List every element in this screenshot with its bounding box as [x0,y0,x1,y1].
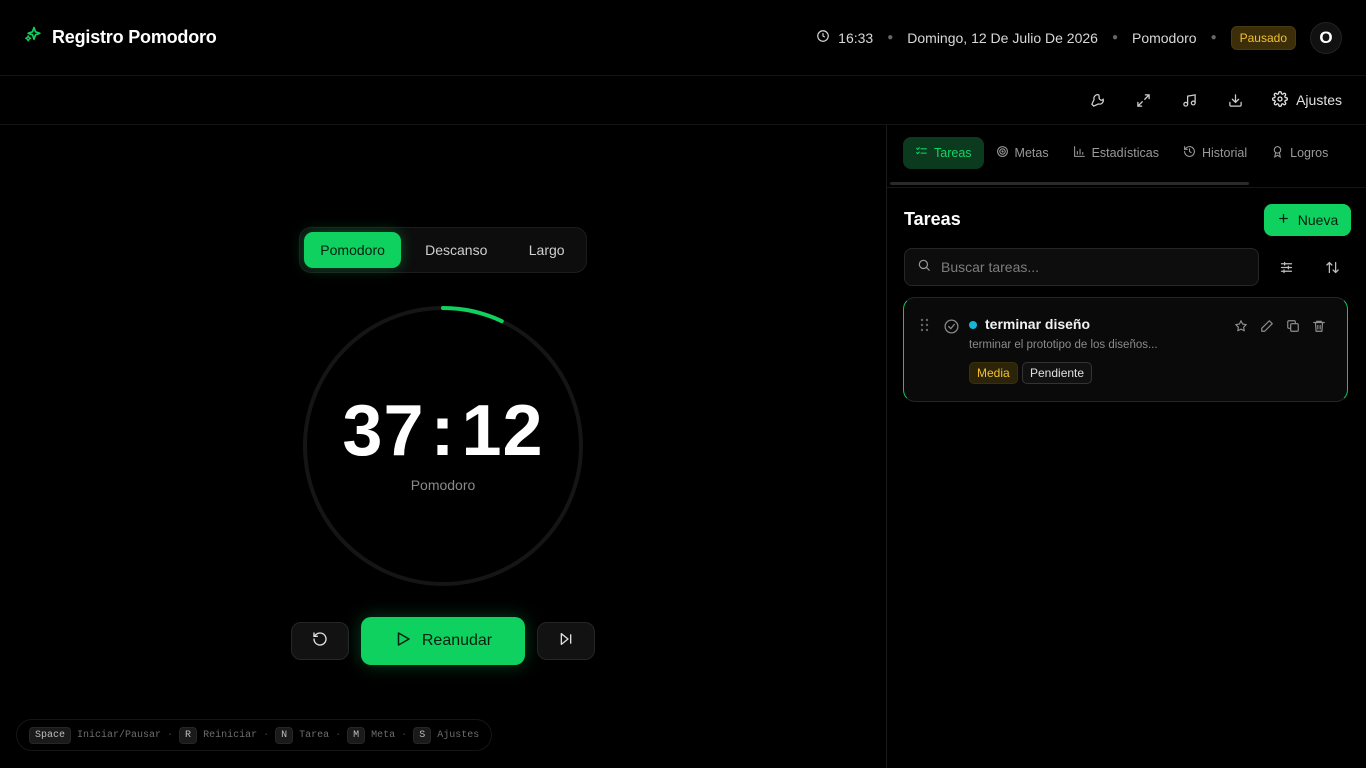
sort-icon[interactable] [1318,253,1346,281]
shortcut-separator: · [401,729,408,741]
mode-descanso-button[interactable]: Descanso [405,232,507,268]
timer-separator: : [430,391,456,471]
shortcut-label: Reiniciar [203,729,258,741]
wrench-icon[interactable] [1076,84,1118,116]
bar-chart-icon [1073,145,1086,161]
skip-icon [558,631,574,652]
timer-mode-label: Pomodoro [410,477,476,493]
search-input[interactable] [941,259,1221,275]
tab-label: Tareas [934,146,972,160]
toolbar: Ajustes [0,76,1366,125]
trash-icon[interactable] [1309,316,1329,336]
search-icon [917,258,931,277]
task-card[interactable]: terminar diseño terminar el prototipo de… [903,297,1348,402]
divider [887,187,1366,188]
task-name: terminar diseño [985,316,1091,332]
shortcut-key: N [275,726,294,744]
separator-dot: ● [1111,32,1118,43]
current-time: 16:33 [816,29,873,46]
timer-seconds: 12 [461,391,544,471]
mode-text: Pomodoro [1131,29,1197,46]
play-icon [394,630,412,653]
priority-tag: Media [969,362,1018,384]
shortcut-key: R [179,726,198,744]
award-icon [1271,145,1284,161]
music-icon[interactable] [1168,84,1210,116]
mode-selector: Pomodoro Descanso Largo [299,227,587,273]
tab-label: Estadísticas [1091,146,1159,160]
tab-label: Historial [1201,146,1248,160]
brand[interactable]: Registro Pomodoro [24,25,217,50]
shortcut-key: S [413,726,432,744]
settings-button[interactable]: Ajustes [1260,90,1342,110]
status-bar: 16:33 ● Domingo, 12 De Julio De 2026 ● P… [816,21,1342,54]
timer-controls: Reanudar [0,617,886,665]
tab-estadisticas[interactable]: Estadísticas [1061,137,1171,169]
new-task-button[interactable]: Nueva [1264,204,1351,236]
status-tag: Pendiente [1022,362,1093,384]
reset-icon [312,631,328,652]
task-color-dot [969,321,977,329]
shortcut-label: Meta [371,729,396,741]
timer-display: 37:12 [302,391,584,471]
shortcut-label: Ajustes [437,729,480,741]
time-text: 16:33 [838,29,874,46]
mode-pomodoro-button[interactable]: Pomodoro [304,232,402,268]
shortcut-label: Tarea [299,729,330,741]
history-icon [1183,145,1196,161]
mode-largo-button[interactable]: Largo [511,232,582,268]
shortcut-separator: · [167,729,174,741]
top-header: Registro Pomodoro 16:33 ● Domingo, 12 De… [0,0,1366,76]
timer-area: Pomodoro Descanso Largo 37:12 Pomodoro R… [0,125,886,768]
edit-icon[interactable] [1257,316,1277,336]
download-icon[interactable] [1214,84,1256,116]
new-task-label: Nueva [1297,212,1339,228]
reset-button[interactable] [291,622,349,660]
keyboard-shortcuts: Space Iniciar/Pausar · R Reiniciar · N T… [16,719,493,751]
settings-label: Ajustes [1296,92,1342,108]
status-badge: Pausado [1230,25,1296,50]
panel-title: Tareas [904,209,961,229]
star-icon[interactable] [1231,316,1251,336]
tab-label: Metas [1014,146,1049,160]
tab-tareas[interactable]: Tareas [903,137,984,169]
panel-tabs: Tareas Metas Estadísticas Historial Logr… [903,137,1340,169]
skip-button[interactable] [537,622,595,660]
shortcut-key: M [347,726,366,744]
task-actions [1231,316,1329,336]
clock-icon [816,29,830,46]
copy-icon[interactable] [1283,316,1303,336]
search-box [904,248,1259,286]
list-check-icon [915,145,928,161]
filter-icon[interactable] [1272,253,1300,281]
timer-minutes: 37 [342,391,425,471]
plus-icon [1277,212,1290,228]
tab-metas[interactable]: Metas [984,137,1061,169]
tab-logros[interactable]: Logros [1259,137,1340,169]
tab-historial[interactable]: Historial [1171,137,1259,169]
complete-check-icon[interactable] [943,318,960,340]
gear-icon [1272,90,1289,110]
avatar[interactable]: O [1310,21,1342,54]
target-icon [996,145,1009,161]
shortcut-separator: · [335,729,342,741]
app: Registro Pomodoro 16:33 ● Domingo, 12 De… [0,0,1366,768]
resume-label: Reanudar [421,632,493,649]
separator-dot: ● [887,32,894,43]
sparkle-icon [24,25,44,50]
date-text: Domingo, 12 De Julio De 2026 [907,29,1098,46]
tab-label: Logros [1290,146,1329,160]
task-description: terminar el prototipo de los diseños... [969,339,1158,351]
expand-icon[interactable] [1122,84,1164,116]
drag-handle-icon[interactable] [920,318,930,337]
side-panel: Tareas Metas Estadísticas Historial Logr… [886,125,1366,768]
resume-button[interactable]: Reanudar [361,617,525,665]
separator-dot: ● [1210,32,1217,43]
app-title: Registro Pomodoro [52,27,217,47]
tabs-scrollbar[interactable] [890,182,1249,185]
shortcut-key: Space [29,726,72,744]
shortcut-separator: · [263,729,270,741]
shortcut-label: Iniciar/Pausar [77,729,162,741]
